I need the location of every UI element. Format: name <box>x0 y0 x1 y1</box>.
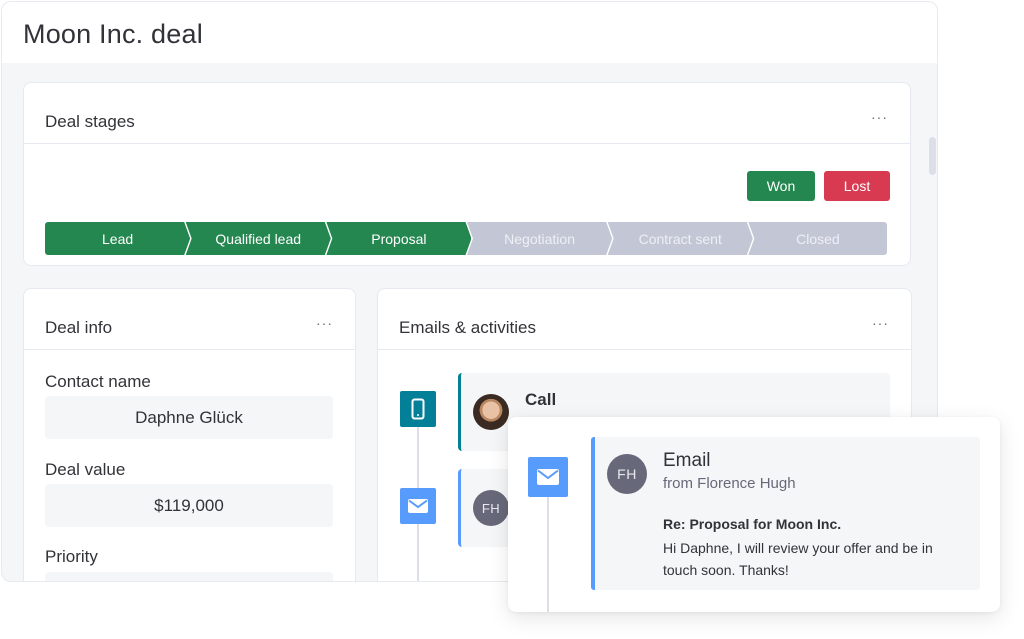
stage-label: Lead <box>102 230 134 247</box>
stage-label: Contract sent <box>638 230 722 247</box>
more-horizontal-icon[interactable]: ··· <box>871 109 888 125</box>
stage-proposal[interactable]: Proposal <box>326 222 472 255</box>
priority-label: Priority <box>45 547 98 566</box>
avatar: FH <box>607 454 647 494</box>
email-card[interactable]: FH Email from Florence Hugh Re: Proposal… <box>591 437 980 590</box>
stage-pipeline: Lead Qualified lead Proposal Negotiation… <box>45 222 889 255</box>
deal-info-title: Deal info <box>45 318 113 337</box>
email-popup: FH Email from Florence Hugh Re: Proposal… <box>508 417 1000 612</box>
scrollbar-thumb[interactable] <box>929 137 936 175</box>
more-horizontal-icon[interactable]: ··· <box>316 315 333 331</box>
email-sender: from Florence Hugh <box>663 475 796 492</box>
stage-closed[interactable]: Closed <box>748 222 888 255</box>
stage-contract-sent[interactable]: Contract sent <box>607 222 753 255</box>
stage-label: Negotiation <box>504 230 575 247</box>
mail-icon <box>400 488 436 524</box>
deal-stages-title: Deal stages <box>45 112 135 131</box>
deal-info-card: Deal info ··· Contact name Daphne Glück … <box>23 288 356 581</box>
phone-icon <box>400 391 436 427</box>
stage-qualified-lead[interactable]: Qualified lead <box>185 222 331 255</box>
contact-name-field[interactable]: Daphne Glück <box>45 396 333 439</box>
card-header: Deal stages ··· <box>24 83 910 144</box>
page-title: Moon Inc. deal <box>23 19 203 49</box>
mail-icon <box>528 457 568 497</box>
email-title: Email <box>663 450 711 471</box>
deal-stages-card: Deal stages ··· Won Lost Lead Qualified … <box>23 82 911 266</box>
card-header: Emails & activities ··· <box>378 289 911 350</box>
more-horizontal-icon[interactable]: ··· <box>872 315 889 331</box>
emails-activities-title: Emails & activities <box>399 318 536 337</box>
won-button[interactable]: Won <box>747 171 815 201</box>
avatar <box>473 394 509 430</box>
avatar: FH <box>473 490 509 526</box>
email-body: Hi Daphne, I will review your offer and … <box>663 540 933 578</box>
stage-lead[interactable]: Lead <box>45 222 191 255</box>
email-subject: Re: Proposal for Moon Inc. <box>663 516 842 532</box>
window-header: Moon Inc. deal <box>2 2 937 63</box>
priority-field[interactable] <box>45 572 333 581</box>
deal-value-field[interactable]: $119,000 <box>45 484 333 527</box>
card-header: Deal info ··· <box>24 289 355 350</box>
contact-name-label: Contact name <box>45 372 151 391</box>
activity-type: Call <box>525 390 557 409</box>
stage-label: Proposal <box>371 230 427 247</box>
deal-value-label: Deal value <box>45 460 126 479</box>
lost-button[interactable]: Lost <box>824 171 890 201</box>
stage-label: Qualified lead <box>215 230 302 247</box>
stage-label: Closed <box>796 230 840 247</box>
stage-negotiation[interactable]: Negotiation <box>467 222 613 255</box>
